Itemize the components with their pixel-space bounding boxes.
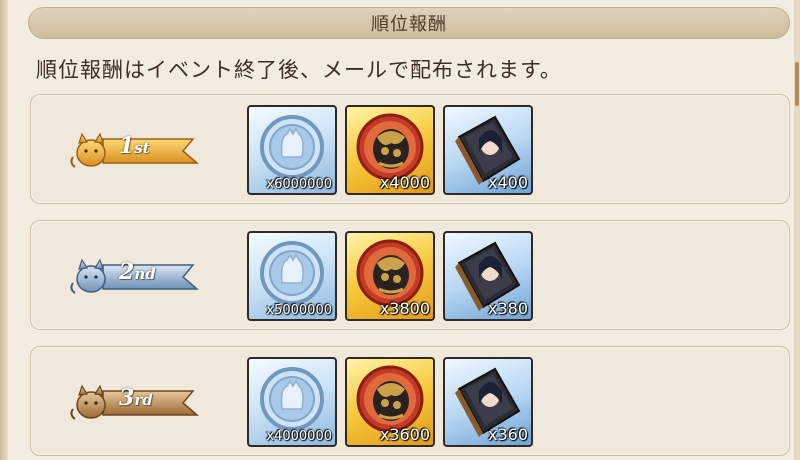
reward-item-book[interactable]: x400 (443, 105, 533, 195)
reward-item-coin[interactable]: x5000000 (247, 231, 337, 321)
item-quantity: x6000000 (266, 177, 332, 192)
reward-row-1st: 1st x6000000 x4000 x400 (30, 94, 790, 204)
item-quantity: x400 (487, 173, 528, 192)
reward-description: 順位報酬はイベント終了後、メールで配布されます。 (36, 58, 562, 82)
rank-label: 3rd (119, 385, 153, 411)
item-quantity: x4000 (379, 173, 430, 192)
scrollbar-track[interactable] (794, 0, 800, 460)
item-quantity: x380 (487, 299, 528, 318)
reward-item-medal[interactable]: x3800 (345, 231, 435, 321)
reward-item-medal[interactable]: x4000 (345, 105, 435, 195)
item-quantity: x360 (487, 425, 528, 444)
item-quantity: x3800 (379, 299, 430, 318)
rank-label: 2nd (119, 259, 156, 285)
rank-badge-1st: 1st (69, 125, 203, 175)
rank-label: 1st (119, 133, 150, 159)
scrollbar-thumb[interactable] (795, 62, 799, 106)
item-quantity: x4000000 (266, 429, 332, 444)
left-border (0, 0, 8, 460)
rank-badge-3rd: 3rd (69, 377, 203, 427)
rank-badge-2nd: 2nd (69, 251, 203, 301)
section-title: 順位報酬 (371, 14, 447, 35)
reward-row-2nd: 2nd x5000000 x3800 x380 (30, 220, 790, 330)
reward-item-book[interactable]: x360 (443, 357, 533, 447)
reward-item-coin[interactable]: x6000000 (247, 105, 337, 195)
reward-item-medal[interactable]: x3600 (345, 357, 435, 447)
reward-item-coin[interactable]: x4000000 (247, 357, 337, 447)
item-quantity: x5000000 (266, 303, 332, 318)
reward-row-3rd: 3rd x4000000 x3600 x360 (30, 346, 790, 456)
reward-item-book[interactable]: x380 (443, 231, 533, 321)
item-quantity: x3600 (379, 425, 430, 444)
section-header: 順位報酬 (28, 7, 790, 39)
